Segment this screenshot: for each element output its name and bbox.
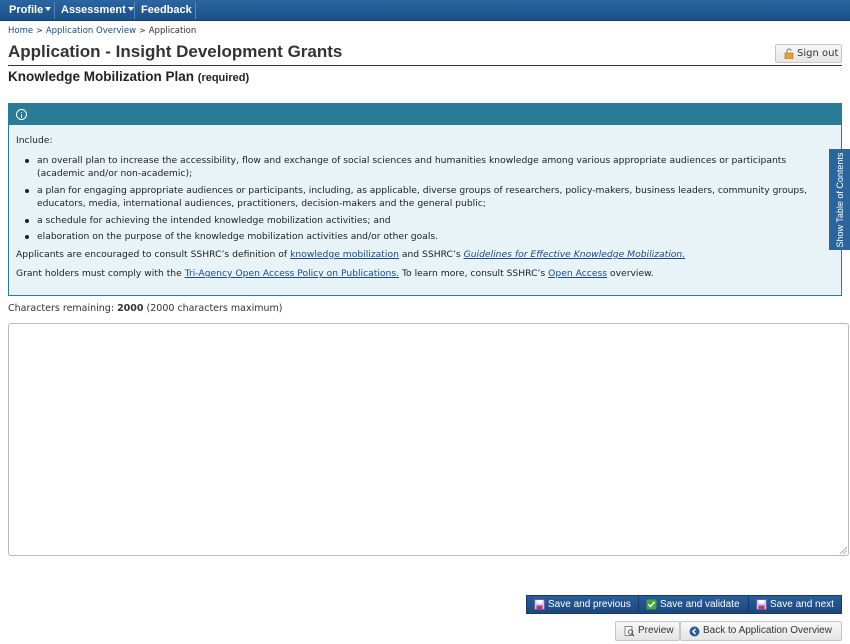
required-indicator: (required)	[197, 72, 250, 84]
save-and-validate-label: Save and validate	[660, 599, 740, 610]
breadcrumb: Home > Application Overview > Application	[8, 26, 196, 36]
nav-divider	[134, 2, 135, 19]
show-toc-label: Show Table of Contents	[834, 152, 845, 247]
instructions-list: an overall plan to increase the accessib…	[16, 154, 841, 244]
section-title-text: Knowledge Mobilization Plan	[8, 69, 195, 84]
preview-label: Preview	[638, 625, 674, 636]
back-to-overview-label: Back to Application Overview	[703, 625, 832, 636]
instructions-body: Include: an overall plan to increase the…	[9, 125, 841, 281]
checkmark-icon	[646, 599, 657, 610]
chars-count: 2000	[117, 303, 144, 314]
open-access-paragraph: Grant holders must comply with the Tri-A…	[16, 267, 841, 281]
guidelines-link[interactable]: Guidelines for Effective Knowledge Mobil…	[464, 249, 686, 260]
list-item: an overall plan to increase the accessib…	[16, 154, 841, 181]
breadcrumb-chevron-icon: >	[36, 26, 43, 35]
nav-assessment-menu[interactable]: Assessment	[61, 0, 134, 21]
save-and-previous-label: Save and previous	[548, 599, 631, 610]
caret-down-icon	[45, 7, 52, 11]
chars-label: Characters remaining:	[8, 303, 118, 314]
save-and-validate-button[interactable]: Save and validate	[638, 595, 749, 614]
save-and-next-button[interactable]: Save and next	[748, 595, 842, 614]
nav-feedback-label: Feedback	[141, 4, 192, 16]
breadcrumb-overview-link[interactable]: Application Overview	[46, 26, 136, 36]
instructions-panel: Include: an overall plan to increase the…	[8, 103, 842, 296]
back-to-overview-button[interactable]: Back to Application Overview	[680, 621, 842, 641]
nav-feedback-link[interactable]: Feedback	[141, 0, 192, 21]
nav-divider	[54, 2, 55, 19]
nav-divider	[195, 2, 196, 19]
consult-text: and SSHRC’s	[398, 248, 464, 260]
comply-text: Grant holders must comply with the	[16, 268, 185, 279]
info-icon	[16, 109, 27, 120]
caret-down-icon	[127, 7, 134, 11]
lock-icon	[784, 48, 794, 59]
save-and-next-label: Save and next	[770, 599, 834, 610]
page-title: Application - Insight Development Grants	[8, 42, 343, 61]
title-divider	[8, 65, 842, 66]
preview-button[interactable]: Preview	[615, 621, 680, 641]
knowledge-mobilization-link[interactable]: knowledge mobilization	[290, 249, 399, 260]
resize-handle-icon[interactable]	[838, 545, 848, 555]
open-access-link[interactable]: Open Access	[548, 268, 607, 279]
sign-out-button[interactable]: Sign out	[775, 44, 842, 63]
breadcrumb-home-link[interactable]: Home	[8, 26, 33, 36]
comply-text: overview.	[607, 268, 654, 279]
back-arrow-icon	[689, 626, 700, 637]
nav-profile-label: Profile	[9, 4, 44, 16]
chars-max: (2000 characters maximum)	[143, 303, 283, 314]
top-nav-bar: Profile Assessment Feedback	[0, 0, 850, 21]
breadcrumb-chevron-icon: >	[139, 26, 146, 35]
nav-assessment-label: Assessment	[61, 4, 126, 16]
list-item: a plan for engaging appropriate audience…	[16, 184, 841, 211]
knowledge-mobilization-textarea[interactable]	[8, 323, 849, 556]
section-title: Knowledge Mobilization Plan (required)	[8, 69, 249, 84]
list-item: elaboration on the purpose of the knowle…	[16, 230, 841, 244]
comply-text: To learn more, consult SSHRC’s	[399, 268, 549, 279]
characters-remaining: Characters remaining: 2000 (2000 charact…	[8, 303, 282, 314]
consult-text: Applicants are encouraged to consult SSH…	[16, 248, 291, 260]
instructions-header	[9, 104, 841, 125]
nav-profile-menu[interactable]: Profile	[9, 0, 52, 21]
show-toc-tab[interactable]: Show Table of Contents	[829, 149, 850, 250]
floppy-disk-icon	[534, 599, 545, 610]
instructions-intro: Include:	[16, 135, 53, 146]
floppy-disk-icon	[756, 599, 767, 610]
magnifier-document-icon	[624, 626, 635, 637]
save-and-previous-button[interactable]: Save and previous	[526, 595, 639, 614]
sign-out-label: Sign out	[797, 48, 839, 59]
consult-paragraph: Applicants are encouraged to consult SSH…	[16, 248, 841, 262]
open-access-policy-link[interactable]: Tri-Agency Open Access Policy on Publica…	[185, 268, 399, 279]
list-item: a schedule for achieving the intended kn…	[16, 214, 841, 228]
breadcrumb-current: Application	[148, 26, 197, 36]
